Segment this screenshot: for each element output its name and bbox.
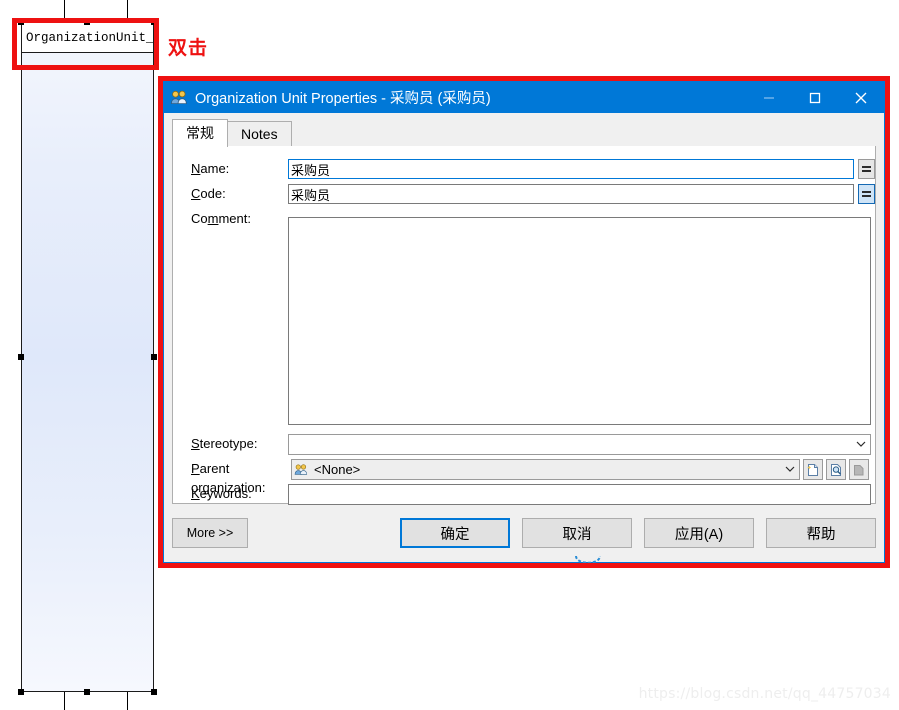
tabstrip: 常规 Notes [172,119,876,147]
tab-general[interactable]: 常规 [172,119,228,147]
code-label: Code: [173,184,288,203]
dialog-resize-grip[interactable] [573,556,603,570]
dialog-titlebar[interactable]: Organization Unit Properties - 采购员 (采购员) [164,82,884,113]
guide-line-vertical [64,0,65,22]
dialog-button-bar: More >> 确定 取消 应用(A) 帮助 [164,504,884,562]
organization-unit-icon [170,89,188,107]
selection-handle[interactable] [84,19,90,25]
browse-object-button[interactable] [826,459,846,480]
keywords-input[interactable] [288,484,871,505]
guide-line-vertical [127,692,128,710]
equals-icon [862,166,871,172]
selection-handle[interactable] [18,354,24,360]
comment-textarea[interactable] [288,217,871,425]
keywords-label: Keywords: [173,484,288,503]
selection-handle[interactable] [18,19,24,25]
dialog-body: 常规 Notes Name: Code: [164,113,884,562]
apply-button[interactable]: 应用(A) [644,518,754,548]
organization-unit-icon [292,463,310,477]
annotation-label-double-click: 双击 [168,33,208,60]
selection-handle[interactable] [18,689,24,695]
more-button[interactable]: More >> [172,518,248,548]
dialog-title: Organization Unit Properties - 采购员 (采购员) [195,87,491,108]
field-row-stereotype: Stereotype: [173,434,875,455]
parent-organization-combobox[interactable]: <None> [291,459,800,480]
field-row-code: Code: [173,184,875,204]
name-equals-button[interactable] [858,159,875,179]
stereotype-label: Stereotype: [173,434,288,453]
guide-line-vertical [64,692,65,710]
parent-organization-value: <None> [310,462,781,477]
field-row-keywords: Keywords: [173,484,875,505]
stereotype-combobox[interactable] [288,434,871,455]
object-properties-button [849,459,869,480]
tab-panel-general: Name: Code: Comm [172,146,876,504]
organization-unit-symbol[interactable]: OrganizationUnit_1 [21,22,154,692]
chevron-down-icon [852,441,870,448]
equals-icon [862,191,871,197]
help-button[interactable]: 帮助 [766,518,876,548]
organization-unit-properties-dialog[interactable]: Organization Unit Properties - 采购员 (采购员)… [163,81,885,563]
close-button[interactable] [838,82,884,113]
code-equals-button[interactable] [858,184,875,204]
comment-label: Comment: [173,209,288,228]
selection-handle[interactable] [84,689,90,695]
selection-handle[interactable] [151,689,157,695]
tab-notes[interactable]: Notes [227,121,292,147]
organization-unit-symbol-label: OrganizationUnit_1 [22,23,153,53]
ok-button[interactable]: 确定 [400,518,510,548]
maximize-button[interactable] [792,82,838,113]
name-input[interactable] [288,159,854,179]
chevron-down-icon [781,466,799,473]
minimize-button[interactable] [746,82,792,113]
create-object-button[interactable] [803,459,823,480]
field-row-name: Name: [173,159,875,179]
name-label: Name: [173,159,288,178]
code-input[interactable] [288,184,854,204]
selection-handle[interactable] [151,354,157,360]
watermark-text: https://blog.csdn.net/qq_44757034 [639,686,891,702]
guide-line-vertical [127,0,128,22]
selection-handle[interactable] [151,19,157,25]
cancel-button[interactable]: 取消 [522,518,632,548]
